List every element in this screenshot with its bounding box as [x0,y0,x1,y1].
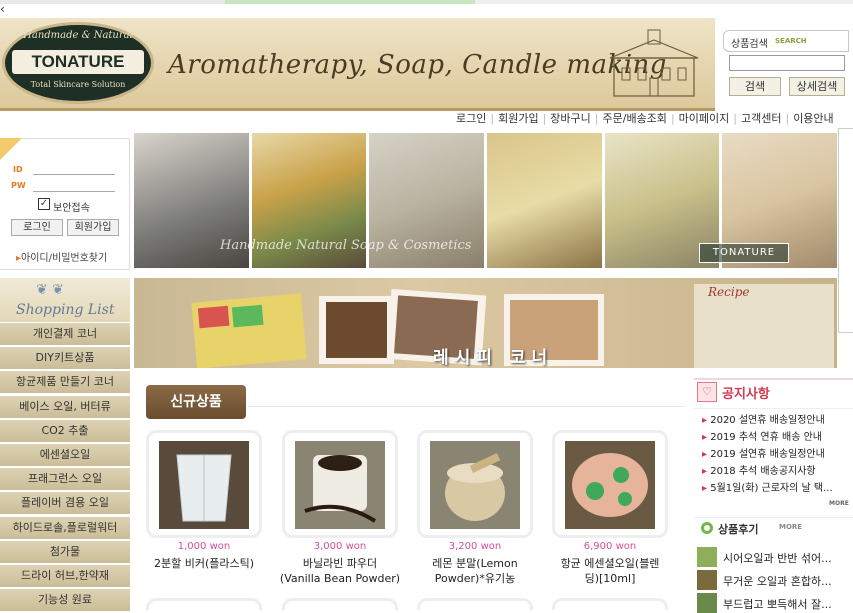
review-item[interactable]: 부드럽고 뽀득해서 잘... [697,593,853,613]
review-item[interactable]: 무거운 오일과 혼합하... [697,570,853,590]
sidebar-category-item[interactable]: 프래그런스 오일 [0,468,130,493]
search-sublabel: SEARCH [775,37,807,45]
sidebar-category-item[interactable]: DIY키트상품 [0,347,130,372]
new-products-heading: 신규상품 [146,385,246,419]
notice-title: 공지사항 [722,387,770,402]
password-input[interactable] [33,179,115,192]
find-link-label: 아이디/비밀번호찾기 [21,253,108,264]
id-label: ID [13,165,23,174]
product-image-lemon-powder [430,441,520,529]
sidebar-category-item[interactable]: 개인결제 코너 [0,323,130,347]
recipe-banner-title: 레시피 코너 [433,348,554,368]
nav-login[interactable]: 로그인 [452,110,490,126]
review-more-link[interactable]: MORE [779,523,802,531]
id-input[interactable] [33,162,115,175]
pw-label: PW [11,181,26,190]
find-id-password-link[interactable]: ▸아이디/비밀번호찾기 [16,249,107,264]
hero-photo-cream [487,133,602,268]
logo-ring-bottom: Total Skincare Solution [30,80,126,89]
login-button[interactable]: 로그인 [11,219,63,236]
logo-name[interactable]: TONATURE [12,50,144,74]
new-products-divider [248,406,685,407]
product-name-3[interactable]: 레몬 분말(Lemon Powder)*유기농 [410,556,540,586]
login-corner-decoration [0,138,22,160]
product-card-1[interactable] [146,430,262,538]
top-strip [0,0,853,4]
floating-side-widget[interactable] [838,128,853,333]
notice-item[interactable]: ▸ 2019 설연휴 배송일정안내 [702,445,825,460]
product-card-7[interactable] [417,598,533,610]
sidebar-category-item[interactable]: 드라이 허브,한약재 [0,565,130,589]
swirl-decoration-icon: ❦ ❦ [36,282,64,298]
recipe-note-label: Recipe [708,285,750,299]
building-sketch-icon [609,29,699,97]
secure-login-label: 보안접속 [53,203,90,214]
advanced-search-button[interactable]: 상세검색 [789,77,845,96]
notice-item[interactable]: ▸ 2018 추석 배송공지사항 [702,462,816,477]
product-image-antibacterial [565,441,655,529]
product-price-1: 1,000 won [177,541,231,552]
sidebar-category-item[interactable]: 첨가물 [0,540,130,565]
nav-guide[interactable]: 이용안내 [789,110,837,126]
sidebar-category-item[interactable]: 하이드로솔,플로럴워터 [0,516,130,541]
product-name-2[interactable]: 바닐라빈 파우더 (Vanilla Bean Powder) [275,556,405,586]
sidebar-category-item[interactable]: CO2 추출 [0,419,130,444]
product-card-4[interactable] [552,430,668,538]
notice-more-link[interactable]: MORE [829,500,849,507]
back-arrow-icon[interactable]: ‹ [0,2,5,16]
search-button[interactable]: 검색 [729,77,781,96]
product-card-3[interactable] [417,430,533,538]
review-item[interactable]: 시어오일과 반반 섞어... [697,547,853,567]
ring-icon [701,522,713,534]
review-thumbnail [697,547,717,567]
notice-header [694,378,853,409]
sidebar-category-item[interactable]: 플레이버 겸용 오일 [0,492,130,517]
product-card-8[interactable] [552,598,668,610]
product-name-1[interactable]: 2분할 비커(플라스틱) [139,556,269,571]
nav-mypage[interactable]: 마이페이지 [675,110,734,126]
product-card-5[interactable] [146,598,262,610]
product-price-4: 6,900 won [583,541,637,552]
product-image-beaker [159,441,249,529]
nav-cart[interactable]: 장바구니 [546,110,594,126]
product-price-3: 3,200 won [448,541,502,552]
notice-item[interactable]: ▸ 2019 추석 연휴 배송 안내 [702,428,822,443]
hero-brand-badge: TONATURE [699,243,789,263]
secure-login-checkbox[interactable]: ✓ [38,198,50,210]
sidebar-category-item[interactable]: 에센셜오일 [0,444,130,468]
sidebar-category-item[interactable]: 항균제품 만들기 코너 [0,371,130,396]
logo-ring-top: Handmade & Natural [23,30,133,41]
notice-item[interactable]: ▸ 5월1일(화) 근로자의 날 택... [702,479,833,494]
join-button[interactable]: 회원가입 [67,219,119,236]
search-input[interactable] [729,55,845,71]
hero-caption: Handmade Natural Soap & Cosmetics [220,238,472,253]
notice-item[interactable]: ▸ 2020 설연휴 배송일정안내 [702,411,825,426]
product-price-2: 3,000 won [313,541,367,552]
header-tagline: Aromatherapy, Soap, Candle making [168,50,667,80]
review-title: 상품후기 [718,523,759,536]
shopping-list-title: Shopping List [16,302,115,318]
review-thumbnail [697,593,717,613]
product-card-2[interactable] [282,430,398,538]
product-card-6[interactable] [282,598,398,610]
search-label: 상품검색 [731,39,768,50]
sidebar-category-item[interactable]: 베이스 오일, 버터류 [0,395,130,420]
nav-join[interactable]: 회원가입 [494,110,542,126]
sidebar-category-item[interactable]: 기능성 원료 [0,589,130,613]
nav-orders[interactable]: 주문/배송조회 [599,110,671,126]
top-nav: 로그인 | 회원가입 | 장바구니 | 주문/배송조회 | 마이페이지 | 고객센터 | 이용안내 [452,110,838,126]
review-thumbnail [697,570,717,590]
nav-support[interactable]: 고객센터 [737,110,785,126]
heart-icon: ♡ [697,382,717,402]
product-image-vanilla [295,441,385,529]
product-name-4[interactable]: 항균 에센셜오일(블렌 딩)[10ml] [545,556,675,586]
